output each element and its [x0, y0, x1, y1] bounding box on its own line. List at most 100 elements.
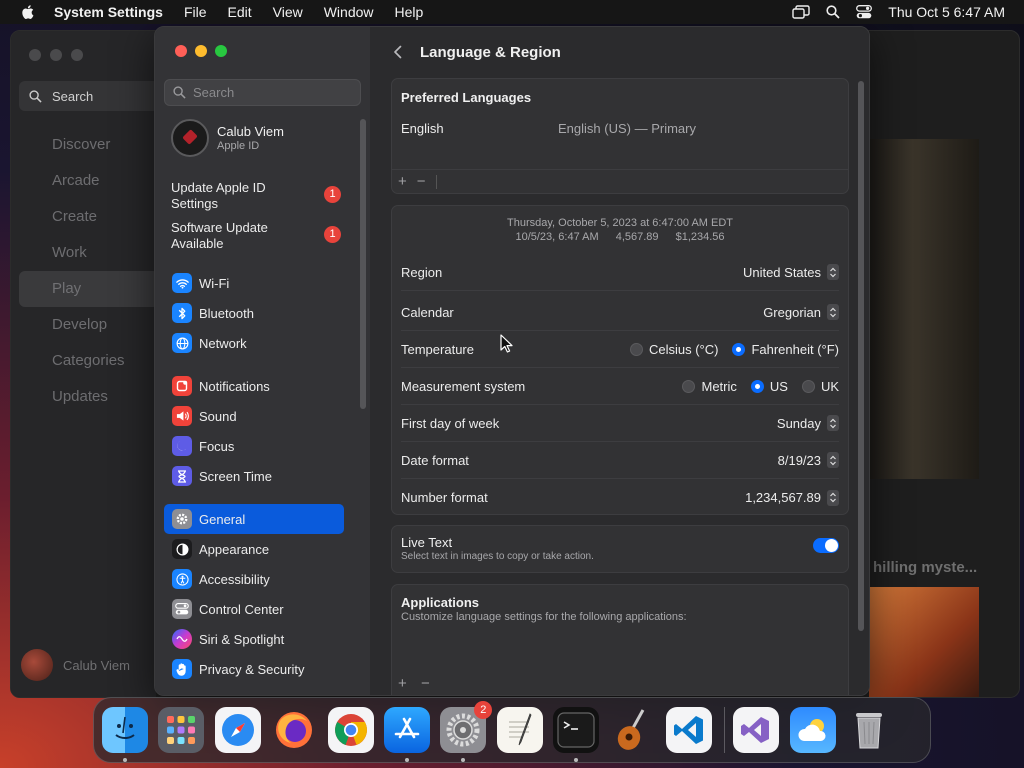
radio-dot-selected [732, 342, 746, 356]
sidebar-item-label: General [199, 511, 246, 527]
format-preview: Thursday, October 5, 2023 at 6:47:00 AM … [392, 216, 848, 244]
search-input[interactable]: Search [164, 79, 361, 106]
zoom-button[interactable] [215, 45, 227, 57]
language-name[interactable]: English [401, 121, 444, 136]
dock-trash[interactable] [846, 707, 892, 753]
dock-finder[interactable] [102, 707, 148, 762]
live-text-toggle[interactable] [813, 538, 839, 553]
sidebar-item-sound[interactable]: Sound [164, 401, 344, 431]
sidebar-item-general[interactable]: General [164, 504, 344, 534]
bg-nav-create[interactable]: Create [19, 199, 159, 235]
screen-mirroring-icon[interactable] [792, 5, 810, 19]
radio-fahrenheit[interactable]: Fahrenheit (°F) [732, 342, 839, 357]
sidebar-group-notifications: Notifications Sound Focus Screen Time [164, 371, 344, 491]
number-format-select[interactable]: 1,234,567.89 [745, 489, 839, 506]
row-label: Measurement system [401, 378, 526, 394]
alert-software-update[interactable]: Software Update Available 1 [171, 220, 341, 260]
dock-garageband[interactable] [610, 707, 656, 753]
apple-icon[interactable] [18, 4, 38, 20]
sidebar-item-siri-spotlight[interactable]: Siri & Spotlight [164, 624, 344, 654]
content-scrollbar[interactable] [858, 81, 864, 631]
sidebar-item-screen-time[interactable]: Screen Time [164, 461, 344, 491]
dock-launchpad[interactable] [158, 707, 205, 753]
settings-sidebar: Search Calub Viem Apple ID Update Apple … [155, 27, 370, 695]
bg-nav-work[interactable]: Work [19, 235, 159, 271]
radio-label: US [769, 378, 788, 394]
sidebar-item-accessibility[interactable]: Accessibility [164, 564, 344, 594]
row-label: Calendar [401, 304, 454, 320]
up-down-chevron-icon [827, 264, 839, 280]
dock-textedit[interactable] [496, 707, 543, 753]
region-row: Region United States [401, 254, 839, 291]
select-value: 1,234,567.89 [745, 490, 821, 505]
close-button[interactable] [175, 45, 187, 57]
running-indicator [461, 758, 466, 762]
sidebar-item-privacy-security[interactable]: Privacy & Security [164, 654, 344, 684]
bg-nav-develop[interactable]: Develop [19, 307, 159, 343]
bg-nav-play[interactable]: Play [19, 271, 159, 307]
search-icon [173, 86, 186, 99]
bg-card-image[interactable] [869, 587, 979, 697]
menu-view[interactable]: View [273, 4, 303, 20]
radio-metric[interactable]: Metric [682, 379, 737, 394]
sidebar-item-wifi[interactable]: Wi-Fi [164, 268, 344, 298]
sidebar-item-bluetooth[interactable]: Bluetooth [164, 298, 344, 328]
select-value: 8/19/23 [777, 452, 821, 468]
calendar-select[interactable]: Gregorian [763, 304, 839, 320]
bg-nav-arcade[interactable]: Arcade [19, 163, 159, 199]
applications-title: Applications [401, 595, 480, 610]
alert-update-apple-id[interactable]: Update Apple ID Settings 1 [171, 180, 341, 220]
notification-badge: 2 [474, 701, 493, 719]
first-day-select[interactable]: Sunday [777, 415, 839, 431]
dock-app-store[interactable] [383, 707, 430, 762]
language-list-controls: + − [392, 169, 848, 193]
radio-celsius[interactable]: Celsius (°C) [629, 342, 718, 357]
region-select[interactable]: United States [743, 264, 839, 280]
sidebar-scrollbar[interactable] [360, 119, 366, 409]
add-language-button[interactable]: + [398, 173, 407, 190]
dock-vscode[interactable] [665, 707, 712, 753]
dock-weather[interactable] [789, 707, 836, 753]
minimize-button[interactable] [195, 45, 207, 57]
bg-nav-updates[interactable]: Updates [19, 379, 159, 415]
spotlight-search-icon[interactable] [826, 5, 840, 19]
control-center-icon[interactable] [856, 5, 873, 19]
remove-language-button[interactable]: − [417, 173, 426, 190]
dock-chrome[interactable] [327, 707, 374, 753]
compass-icon [221, 714, 254, 746]
sidebar-item-appearance[interactable]: Appearance [164, 534, 344, 564]
sidebar-item-notifications[interactable]: Notifications [164, 371, 344, 401]
format-preview-number: 4,567.89 [615, 231, 659, 243]
bg-search-label: Search [52, 88, 94, 104]
dock-system-settings[interactable]: 2 [440, 701, 493, 762]
bg-user[interactable]: Calub Viem [21, 649, 130, 681]
radio-uk[interactable]: UK [801, 379, 839, 394]
date-format-select[interactable]: 8/19/23 [778, 452, 839, 468]
sidebar-item-network[interactable]: Network [164, 328, 344, 358]
menu-window[interactable]: Window [324, 4, 374, 20]
alert-line: Software Update [171, 220, 268, 235]
bg-search-field[interactable]: Search [19, 81, 159, 111]
dock-terminal[interactable] [553, 707, 600, 762]
dock-firefox[interactable] [271, 707, 317, 753]
remove-app-button[interactable]: − [421, 675, 430, 692]
document-pen-icon [508, 713, 532, 746]
menu-file[interactable]: File [184, 4, 207, 20]
dock-safari[interactable] [214, 707, 261, 753]
bg-featured-image[interactable] [869, 139, 979, 479]
menu-edit[interactable]: Edit [228, 4, 252, 20]
bg-nav-categories[interactable]: Categories [19, 343, 159, 379]
back-chevron-icon[interactable] [390, 44, 406, 60]
menu-clock[interactable]: Thu Oct 5 6:47 AM [888, 4, 1005, 20]
menu-help[interactable]: Help [395, 4, 424, 20]
bg-nav-discover[interactable]: Discover [19, 127, 159, 163]
sidebar-item-focus[interactable]: Focus [164, 431, 344, 461]
radio-us[interactable]: US [750, 378, 788, 394]
add-app-button[interactable]: + [398, 675, 407, 692]
row-label: Date format [401, 452, 469, 468]
menu-app-name[interactable]: System Settings [54, 4, 163, 20]
language-description[interactable]: English (US) — Primary [558, 121, 696, 136]
dock-visual-studio[interactable] [733, 707, 780, 753]
apple-id-profile[interactable]: Calub Viem Apple ID [171, 119, 284, 157]
sidebar-item-control-center[interactable]: Control Center [164, 594, 344, 624]
